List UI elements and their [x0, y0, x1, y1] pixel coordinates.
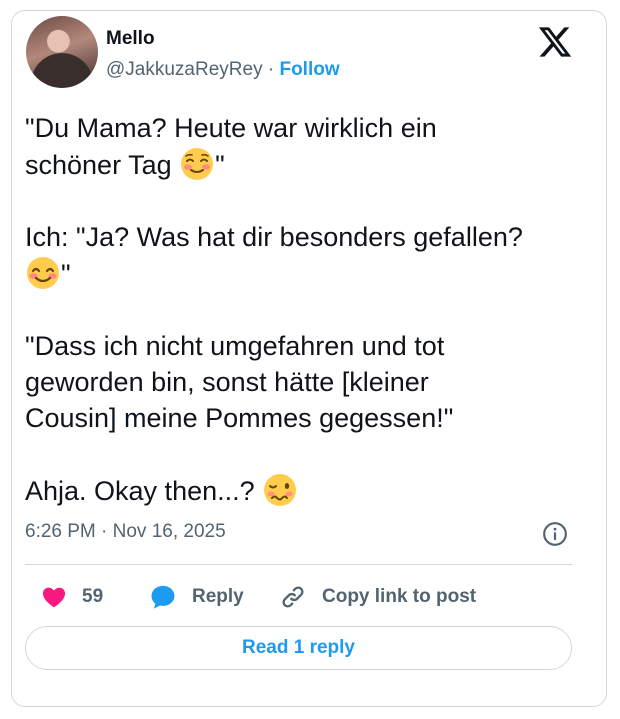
tweet-paragraph: Ich: "Ja? Was hat dir besonders gefallen…	[25, 219, 573, 292]
like-count: 59	[82, 586, 104, 607]
woozy-face-icon	[264, 474, 297, 506]
tweet-line: schöner Tag	[25, 150, 180, 180]
blushing-face-icon	[27, 257, 59, 289]
info-icon[interactable]	[542, 521, 568, 547]
tweet-paragraph: "Du Mama? Heute war wirklich ein schöner…	[25, 110, 573, 183]
read-replies-label: Read 1 reply	[242, 637, 355, 658]
tweet-text: "Du Mama? Heute war wirklich ein schöner…	[25, 110, 573, 509]
separator-dot: ·	[267, 59, 275, 80]
tweet-line: geworden bin, sonst hätte [kleiner	[25, 367, 429, 397]
author-handle-row: @JakkuzaReyRey · Follow	[106, 59, 340, 81]
tweet-timestamp[interactable]: 6:26 PM · Nov 16, 2025	[25, 521, 226, 543]
x-logo-icon[interactable]	[537, 24, 573, 60]
copy-link-button[interactable]: Copy link to post	[278, 582, 476, 612]
heart-icon	[42, 587, 66, 608]
divider	[25, 564, 572, 565]
tweet-line: "Dass ich nicht umgefahren und tot	[25, 331, 445, 361]
tweet-paragraph: Ahja. Okay then...?	[25, 472, 573, 509]
avatar[interactable]	[26, 16, 98, 88]
reply-label: Reply	[192, 586, 244, 607]
author-handle[interactable]: @JakkuzaReyRey	[106, 59, 263, 80]
tweet-quote-end: "	[61, 259, 71, 289]
tweet-line: Ahja. Okay then...?	[25, 476, 263, 506]
tweet-quote-end: "	[215, 150, 225, 180]
tweet-paragraph: "Dass ich nicht umgefahren und tot gewor…	[25, 328, 573, 436]
copy-link-label: Copy link to post	[322, 586, 477, 607]
author-name[interactable]: Mello	[106, 28, 155, 50]
read-replies-button[interactable]: Read 1 reply	[25, 626, 572, 670]
tweet-line: "Du Mama? Heute war wirklich ein	[25, 113, 437, 143]
tweet-line: Ich: "Ja? Was hat dir besonders gefallen…	[25, 222, 523, 252]
tweet-line: Cousin] meine Pommes gegessen!"	[25, 403, 454, 433]
like-button[interactable]: 59	[40, 582, 103, 612]
reply-bubble-icon	[151, 585, 175, 609]
link-icon	[282, 586, 304, 608]
reply-button[interactable]: Reply	[148, 582, 244, 612]
follow-link[interactable]: Follow	[279, 59, 339, 80]
smiling-face-icon	[181, 148, 214, 180]
